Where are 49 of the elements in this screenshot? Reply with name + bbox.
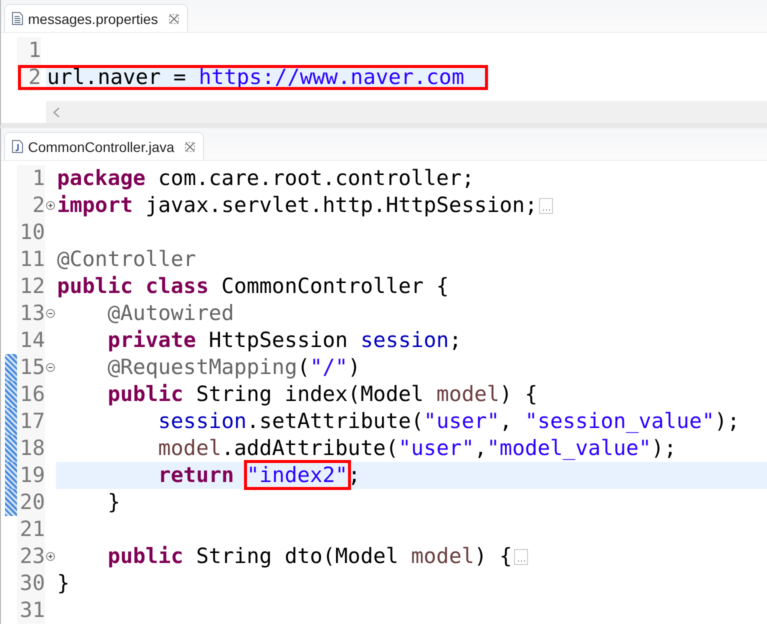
line-number: 31 <box>17 597 45 624</box>
editor-tab[interactable]: messages.properties <box>4 4 188 32</box>
editor-tab[interactable]: CommonController.java <box>4 132 204 160</box>
line-number: 18 <box>17 435 45 462</box>
line-number: 2 <box>17 64 41 91</box>
code-line: public String dto(Model model) { <box>106 543 512 570</box>
line-number: 16 <box>17 381 45 408</box>
code-line: package com.care.root.controller; <box>57 165 474 192</box>
expand-icon[interactable] <box>46 552 55 561</box>
code-line: session.setAttribute("user", "session_value"); <box>157 408 740 435</box>
collapse-icon[interactable] <box>46 309 55 318</box>
tab-title: CommonController.java <box>28 138 174 154</box>
horizontal-scrollbar[interactable] <box>46 101 767 123</box>
line-number: 19 <box>17 462 45 489</box>
line-number: 30 <box>17 570 45 597</box>
line-number: 12 <box>17 273 45 300</box>
line-number: 1 <box>17 37 41 64</box>
folded-code-icon[interactable] <box>514 548 528 564</box>
line-number: 11 <box>17 246 45 273</box>
code-line: public class CommonController { <box>57 273 449 300</box>
collapse-icon[interactable] <box>46 363 55 372</box>
line-number: 17 <box>17 408 45 435</box>
close-icon[interactable] <box>185 142 196 152</box>
line-number: 15 <box>17 354 45 381</box>
code-line: return "index2"; <box>57 462 360 489</box>
expand-icon[interactable] <box>46 201 55 210</box>
text-file-icon <box>12 12 23 25</box>
line-number: 2 <box>17 192 45 219</box>
code-line: } <box>106 489 120 516</box>
code-line: url.naver = https://www.naver.com <box>47 64 464 91</box>
close-icon[interactable] <box>168 14 179 24</box>
tab-title: messages.properties <box>28 10 158 26</box>
code-line: @Controller <box>57 246 196 273</box>
line-number: 14 <box>17 327 45 354</box>
line-number: 13 <box>17 300 45 327</box>
code-line: @RequestMapping("/") <box>106 354 360 381</box>
line-number: 21 <box>17 516 45 543</box>
code-line: private HttpSession session; <box>106 327 462 354</box>
code-line: public String index(Model model) { <box>106 381 538 408</box>
code-line: import javax.servlet.http.HttpSession; <box>57 192 538 219</box>
code-line: } <box>57 570 70 597</box>
folded-code-icon[interactable] <box>539 198 554 214</box>
line-number: 1 <box>17 165 45 192</box>
line-number: 20 <box>17 489 45 516</box>
code-line: @Autowired <box>106 300 234 327</box>
line-number: 23 <box>17 543 45 570</box>
line-number: 10 <box>17 219 45 246</box>
java-file-icon <box>12 140 23 153</box>
code-line: model.addAttribute("user","model_value"); <box>157 435 677 462</box>
